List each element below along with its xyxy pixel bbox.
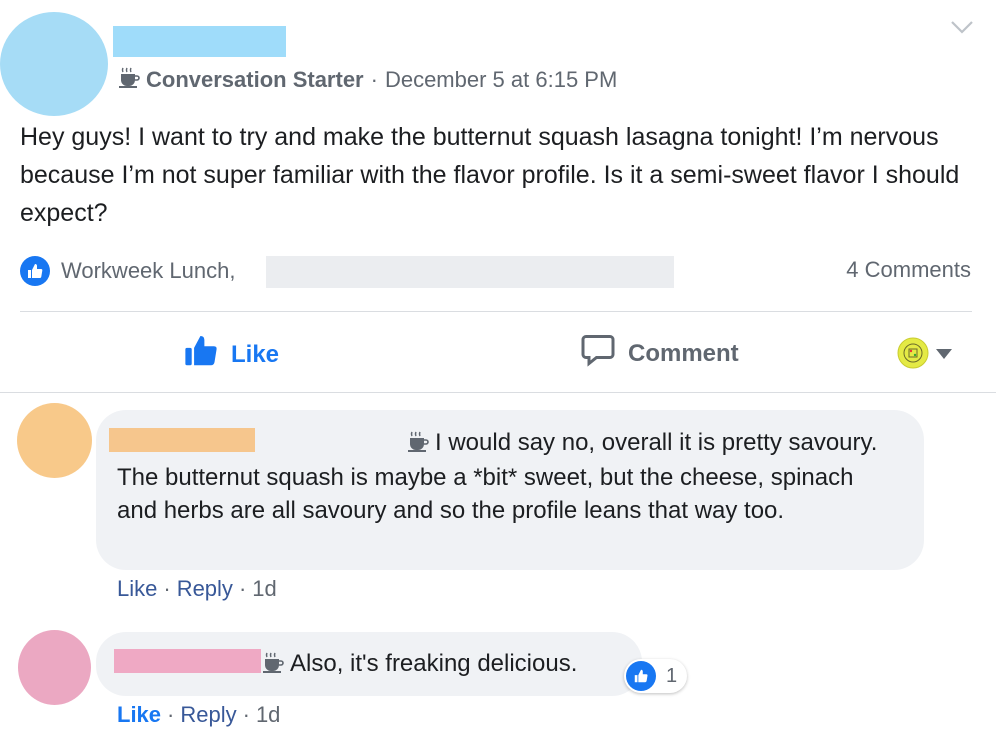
coffee-cup-icon	[118, 66, 140, 94]
comment-button[interactable]: Comment	[580, 332, 739, 375]
reactions-summary[interactable]: Workweek Lunch,	[20, 256, 235, 286]
action-divider-top	[20, 311, 972, 312]
reactor-name-redacted[interactable]	[266, 256, 674, 288]
comments-count[interactable]: 4 Comments	[846, 257, 971, 283]
post-meta: Conversation Starter · December 5 at 6:1…	[118, 66, 617, 94]
meta-separator: ·	[370, 67, 378, 92]
poster-name-redacted[interactable]	[113, 26, 286, 57]
comment-text: Also, it's freaking delicious.	[290, 650, 578, 677]
comment-timestamp[interactable]: 1d	[252, 576, 276, 602]
comment-bubble-icon	[580, 332, 616, 375]
thumbs-up-icon	[183, 332, 221, 377]
commenter-name-redacted[interactable]	[114, 649, 261, 673]
reactors-list[interactable]: Workweek Lunch,	[61, 258, 235, 284]
post-timestamp[interactable]: December 5 at 6:15 PM	[385, 67, 617, 93]
comment-reaction-count[interactable]: 1	[624, 659, 688, 693]
comment-like-link[interactable]: Like	[117, 702, 161, 728]
commenter-avatar[interactable]	[17, 403, 92, 478]
comment-actions: Like · Reply · 1d	[117, 576, 277, 602]
like-button-label: Like	[231, 340, 280, 368]
comment-reply-link[interactable]: Reply	[177, 576, 233, 602]
page-logo-icon	[897, 337, 929, 374]
post-options-chevron-icon[interactable]	[950, 20, 974, 39]
like-reaction-icon	[20, 256, 50, 286]
comment-button-label: Comment	[628, 339, 739, 367]
comment-like-link[interactable]: Like	[117, 576, 157, 602]
commenter-avatar[interactable]	[18, 630, 91, 705]
comment-reply-link[interactable]: Reply	[180, 702, 236, 728]
page-selector[interactable]	[897, 337, 953, 374]
like-button[interactable]: Like	[183, 332, 279, 377]
post-body: Hey guys! I want to try and make the but…	[20, 123, 960, 227]
coffee-cup-icon	[262, 649, 284, 682]
poster-avatar[interactable]	[0, 12, 108, 116]
comment-actions: Like · Reply · 1d	[117, 702, 281, 728]
reaction-count: 1	[666, 664, 678, 687]
caret-down-icon	[935, 347, 953, 365]
badge-name[interactable]: Conversation Starter	[146, 67, 364, 93]
coffee-cup-icon	[262, 428, 429, 461]
action-divider-bottom	[0, 392, 996, 393]
comment-bubble: Also, it's freaking delicious.	[96, 632, 642, 696]
comment-bubble: I would say no, overall it is pretty sav…	[96, 410, 924, 570]
like-reaction-icon	[626, 661, 656, 691]
comment-text: I would say no, overall it is pretty sav…	[117, 429, 878, 524]
comment-timestamp[interactable]: 1d	[256, 702, 280, 728]
